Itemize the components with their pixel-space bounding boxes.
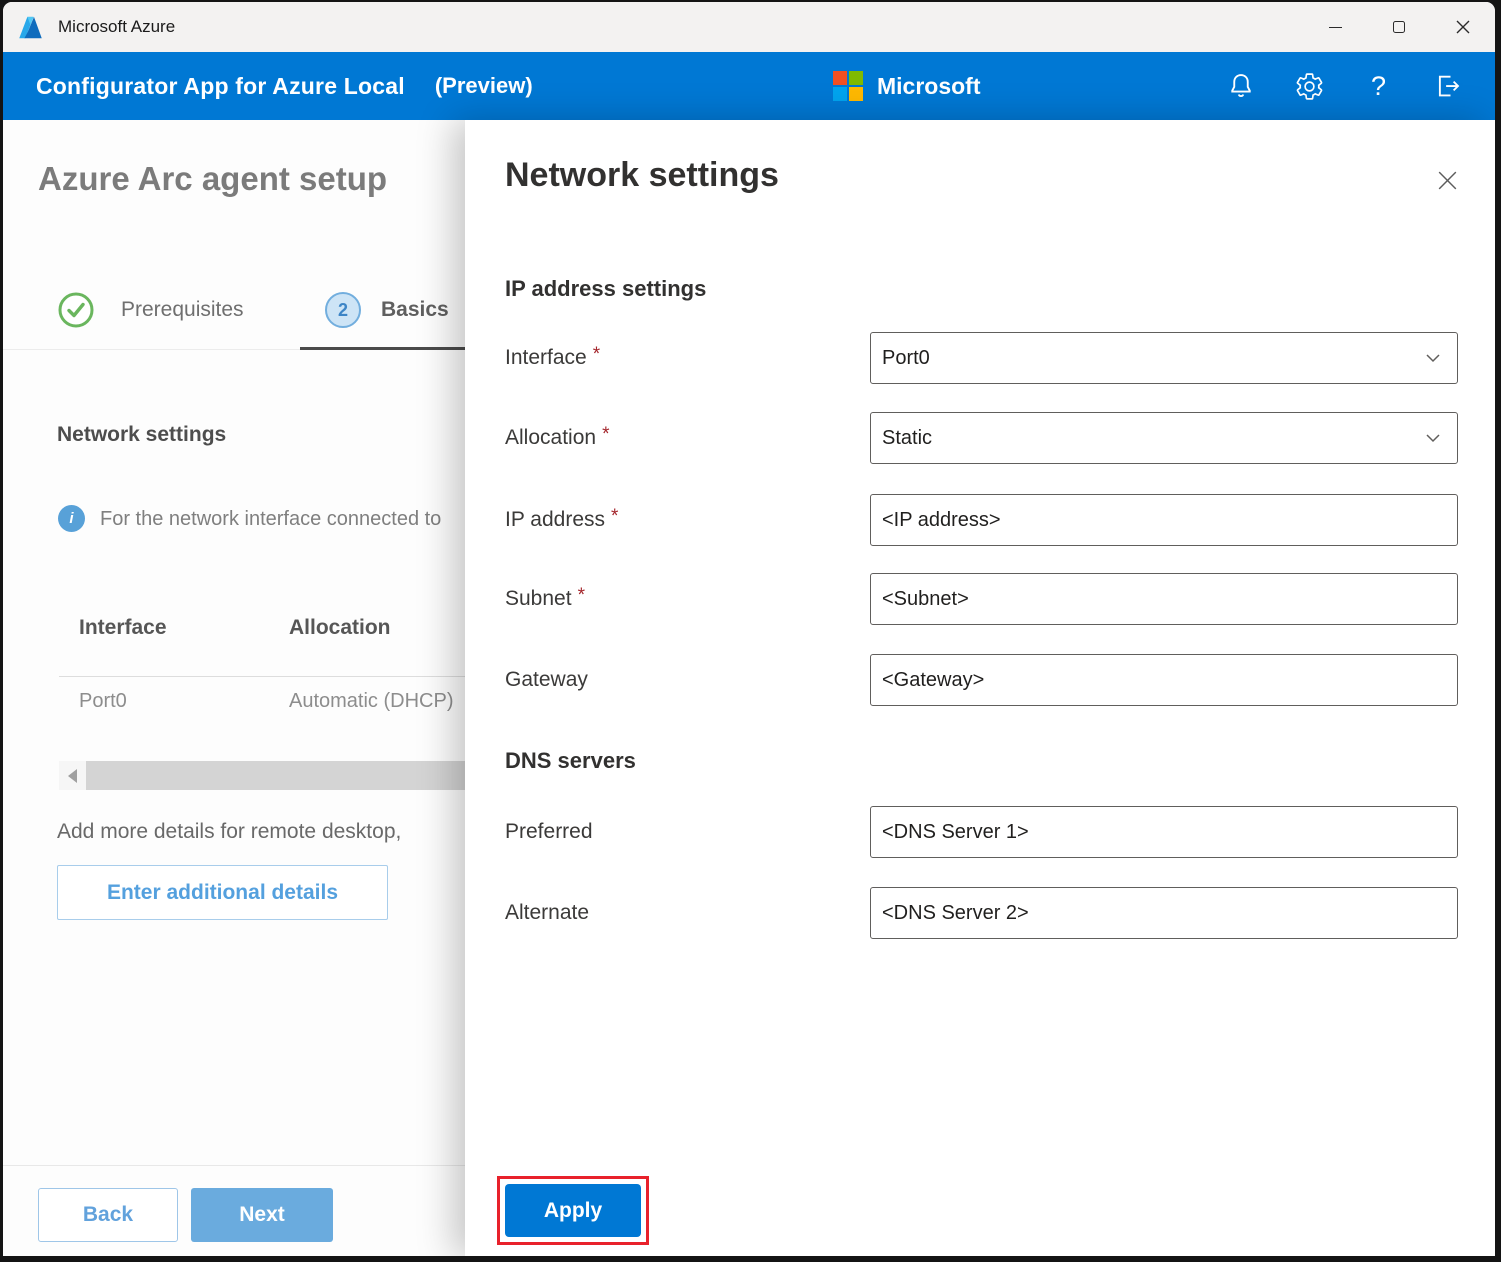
tab-basics-label[interactable]: Basics	[381, 298, 449, 322]
close-icon	[1435, 168, 1460, 193]
allocation-dropdown[interactable]: Static	[870, 412, 1458, 464]
table-divider	[59, 676, 465, 677]
gear-icon	[1294, 71, 1325, 102]
microsoft-brand: Microsoft	[833, 52, 981, 120]
horizontal-scrollbar[interactable]	[59, 761, 465, 790]
subnet-label: Subnet*	[505, 573, 585, 625]
ip-address-input[interactable]: <IP address>	[870, 494, 1458, 546]
panel-title: Network settings	[505, 156, 779, 195]
title-bar: Microsoft Azure	[3, 2, 1495, 52]
close-window-button[interactable]	[1431, 2, 1495, 52]
minimize-button[interactable]	[1303, 2, 1367, 52]
enter-additional-details-button[interactable]: Enter additional details	[57, 865, 388, 920]
next-button[interactable]: Next	[191, 1188, 333, 1242]
interface-label: Interface*	[505, 332, 600, 384]
microsoft-logo-icon	[833, 71, 863, 101]
ip-address-value: <IP address>	[882, 509, 1443, 532]
close-icon	[1455, 19, 1471, 35]
column-header-interface: Interface	[79, 616, 167, 640]
preferred-dns-label: Preferred	[505, 806, 593, 858]
ip-settings-heading: IP address settings	[505, 276, 706, 302]
help-icon: ?	[1371, 71, 1386, 102]
bell-icon	[1226, 71, 1256, 101]
info-message: For the network interface connected to	[100, 508, 441, 531]
allocation-label: Allocation*	[505, 412, 609, 464]
scroll-left-button[interactable]	[59, 761, 86, 790]
tab-basics-number[interactable]: 2	[325, 292, 361, 328]
network-settings-heading: Network settings	[57, 423, 226, 447]
main-content: Azure Arc agent setup Prerequisites 2 Ba…	[3, 120, 1495, 1256]
required-mark: *	[611, 506, 618, 528]
app-header-title: Configurator App for Azure Local	[36, 73, 405, 100]
column-header-allocation: Allocation	[289, 616, 391, 640]
app-header: Configurator App for Azure Local (Previe…	[3, 52, 1495, 120]
back-button[interactable]: Back	[38, 1188, 178, 1242]
interface-value: Port0	[882, 347, 1423, 370]
active-tab-underline	[300, 347, 465, 350]
gateway-value: <Gateway>	[882, 669, 1443, 692]
alternate-dns-input[interactable]: <DNS Server 2>	[870, 887, 1458, 939]
panel-close-button[interactable]	[1427, 160, 1467, 200]
preferred-dns-value: <DNS Server 1>	[882, 821, 1443, 844]
cell-interface: Port0	[79, 690, 127, 713]
scroll-left-icon	[68, 769, 77, 783]
wizard-page: Azure Arc agent setup Prerequisites 2 Ba…	[3, 120, 465, 1256]
cell-allocation: Automatic (DHCP)	[289, 690, 453, 713]
scrollbar-thumb[interactable]	[86, 761, 465, 790]
ip-address-label: IP address*	[505, 494, 618, 546]
subnet-value: <Subnet>	[882, 588, 1443, 611]
tab-prerequisites[interactable]	[58, 292, 94, 333]
microsoft-brand-name: Microsoft	[877, 73, 981, 100]
subnet-input[interactable]: <Subnet>	[870, 573, 1458, 625]
required-mark: *	[593, 344, 600, 366]
signout-button[interactable]	[1420, 59, 1475, 114]
settings-button[interactable]	[1282, 59, 1337, 114]
window-title: Microsoft Azure	[58, 17, 175, 37]
app-window: Microsoft Azure Configurator App for Azu…	[3, 2, 1495, 1256]
chevron-down-icon	[1423, 348, 1443, 368]
preferred-dns-input[interactable]: <DNS Server 1>	[870, 806, 1458, 858]
footer-divider	[3, 1165, 465, 1166]
details-hint-text: Add more details for remote desktop,	[57, 820, 401, 844]
signout-icon	[1433, 71, 1463, 101]
alternate-dns-label: Alternate	[505, 887, 589, 939]
required-mark: *	[578, 585, 585, 607]
notifications-button[interactable]	[1213, 59, 1268, 114]
dns-servers-heading: DNS servers	[505, 748, 636, 774]
allocation-value: Static	[882, 427, 1423, 450]
apply-button[interactable]: Apply	[505, 1184, 641, 1237]
alternate-dns-value: <DNS Server 2>	[882, 902, 1443, 925]
maximize-icon	[1393, 21, 1405, 33]
help-button[interactable]: ?	[1351, 59, 1406, 114]
gateway-label: Gateway	[505, 654, 588, 706]
azure-logo-icon	[17, 14, 44, 41]
preview-badge: (Preview)	[435, 73, 533, 99]
network-settings-panel: Network settings IP address settings Int…	[465, 120, 1495, 1256]
page-title: Azure Arc agent setup	[38, 160, 387, 198]
gateway-input[interactable]: <Gateway>	[870, 654, 1458, 706]
interface-dropdown[interactable]: Port0	[870, 332, 1458, 384]
minimize-icon	[1329, 27, 1342, 28]
maximize-button[interactable]	[1367, 2, 1431, 52]
check-circle-icon	[58, 292, 94, 328]
chevron-down-icon	[1423, 428, 1443, 448]
required-mark: *	[602, 424, 609, 446]
info-icon: i	[58, 505, 85, 532]
tab-prerequisites-label[interactable]: Prerequisites	[121, 298, 244, 322]
